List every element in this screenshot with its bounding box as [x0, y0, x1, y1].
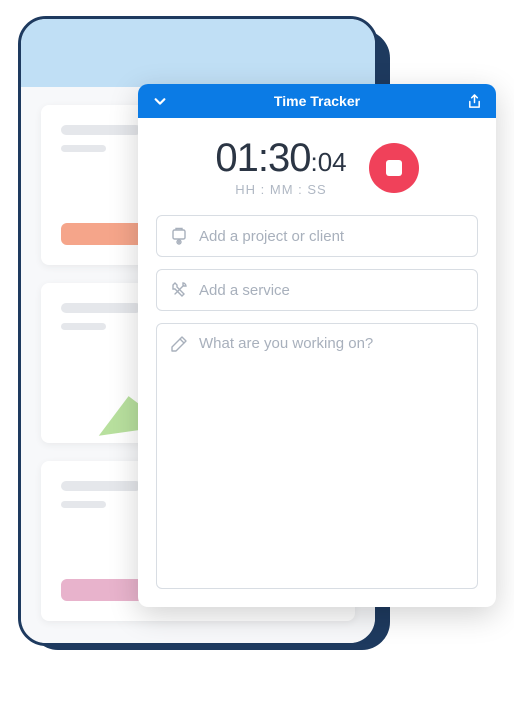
service-input[interactable]	[199, 282, 464, 299]
placeholder-line	[61, 481, 141, 491]
tools-icon	[170, 281, 188, 299]
placeholder-line	[61, 323, 106, 330]
tracker-title: Time Tracker	[274, 93, 360, 109]
stop-button[interactable]	[369, 143, 419, 193]
stop-icon	[386, 160, 402, 176]
timer-value: 01:30:04	[215, 138, 346, 178]
timer-seconds: :04	[310, 147, 346, 177]
timer-format-label: HH : MM : SS	[215, 182, 346, 197]
placeholder-line	[61, 303, 141, 313]
timer-display: 01:30:04 HH : MM : SS	[215, 138, 346, 197]
timer-section: 01:30:04 HH : MM : SS	[138, 118, 496, 215]
notes-input[interactable]	[199, 335, 464, 369]
placeholder-line	[61, 125, 141, 135]
project-field[interactable]	[156, 215, 478, 257]
share-icon[interactable]	[466, 93, 482, 109]
time-tracker-widget: Time Tracker 01:30:04 HH : MM : SS	[138, 84, 496, 607]
timer-hours-minutes: 01:30	[215, 136, 310, 180]
notes-field[interactable]	[156, 323, 478, 589]
placeholder-line	[61, 145, 106, 152]
briefcase-icon	[170, 227, 188, 245]
tracker-header: Time Tracker	[138, 84, 496, 118]
pencil-icon	[170, 335, 188, 353]
phone-header-bar	[21, 19, 375, 87]
project-input[interactable]	[199, 228, 464, 245]
service-field[interactable]	[156, 269, 478, 311]
placeholder-line	[61, 501, 106, 508]
input-group	[138, 215, 496, 607]
chevron-down-icon[interactable]	[152, 93, 168, 109]
